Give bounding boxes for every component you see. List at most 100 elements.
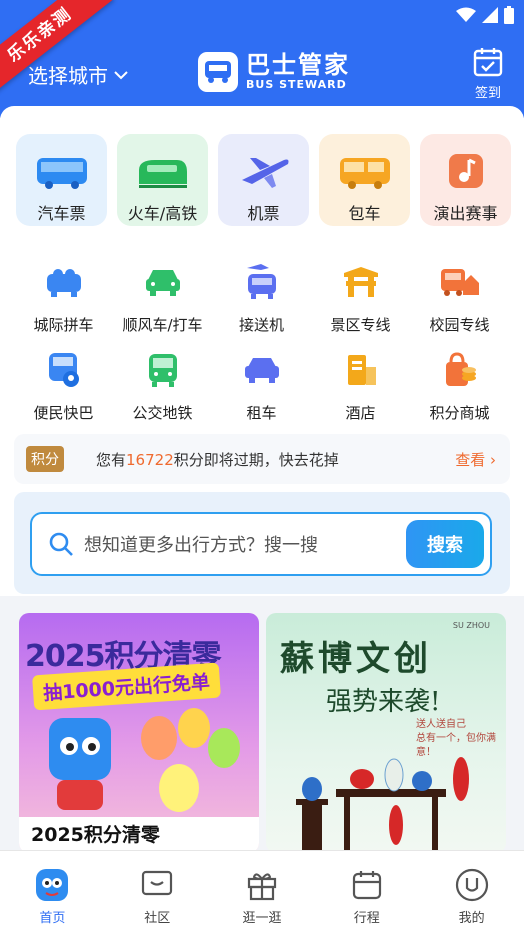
bottom-tab-bar: 首页 社区 逛一逛 行程 我的 [0, 850, 524, 933]
grid-item-airport-shuttle[interactable]: 接送机 [212, 260, 311, 335]
promo-caption: 2025积分清零 [19, 817, 259, 853]
points-suffix: 积分即将过期，快去花掉 [173, 450, 339, 469]
grid-label: 顺风车/打车 [122, 316, 203, 334]
points-promo-banner[interactable]: 2025积分清零 抽1000元出行免单 2025积分清零 [19, 613, 259, 853]
points-view-link[interactable]: 查看 › [455, 449, 496, 470]
grid-label: 积分商城 [429, 404, 490, 422]
slogan-line1: 送人送自己 [416, 719, 466, 730]
primary-tiles: 汽车票 火车/高铁 机票 包车 演出赛事 [16, 134, 511, 226]
promo-subtitle: 强势来袭! [326, 687, 441, 717]
grid-item-points-mall[interactable]: 积分商城 [410, 348, 509, 423]
grid-item-ride-hail[interactable]: 顺风车/打车 [113, 260, 212, 335]
carpool-icon [46, 269, 81, 297]
tab-community[interactable]: 社区 [105, 851, 210, 933]
service-grid-row2: 便民快巴 公交地铁 租车 酒店 积分商城 [14, 348, 510, 423]
grid-label: 接送机 [238, 316, 284, 334]
search-placeholder: 想知道更多出行方式？搜一搜 [84, 535, 318, 556]
campus-bus-icon [440, 269, 479, 296]
hotel-icon [347, 355, 376, 385]
battery-icon [504, 6, 514, 24]
mascot-illustration-icon [49, 708, 240, 812]
grid-item-rental[interactable]: 租车 [212, 348, 311, 423]
charter-bus-icon [339, 158, 390, 189]
points-mall-icon [445, 352, 476, 386]
profile-icon [455, 868, 488, 902]
points-badge: 积分 [26, 446, 64, 472]
grid-item-transit[interactable]: 公交地铁 [113, 348, 212, 423]
tab-label: 首页 [39, 911, 66, 926]
tile-flight[interactable]: 机票 [218, 134, 309, 226]
vases-illustration-icon [296, 757, 469, 853]
points-expiry-banner[interactable]: 积分 您有16722积分即将过期，快去花掉 查看 › [14, 434, 510, 484]
tile-label: 汽车票 [37, 204, 86, 223]
search-icon [49, 532, 73, 556]
music-icon [448, 154, 483, 188]
signin-label: 签到 [474, 86, 501, 101]
tab-label: 我的 [458, 911, 485, 926]
tile-label: 火车/高铁 [127, 204, 198, 223]
tile-label: 演出赛事 [433, 204, 498, 223]
grid-label: 酒店 [345, 404, 376, 422]
tile-label: 包车 [348, 204, 381, 223]
tab-trips[interactable]: 行程 [314, 851, 419, 933]
tile-charter[interactable]: 包车 [319, 134, 410, 226]
tab-profile[interactable]: 我的 [419, 851, 524, 933]
city-label: 选择城市 [28, 64, 108, 88]
grid-label: 城际拼车 [33, 316, 94, 334]
app-header: 选择城市 巴士管家 BUS STEWARD 签到 乐乐亲测 [0, 0, 524, 118]
grid-label: 公交地铁 [132, 404, 193, 422]
train-icon [138, 160, 187, 188]
plane-icon [241, 158, 288, 188]
quick-bus-icon [48, 353, 79, 387]
chevron-down-icon [114, 70, 128, 79]
grid-item-campus[interactable]: 校园专线 [410, 260, 509, 335]
status-icons [456, 6, 514, 24]
signal-icon [482, 7, 498, 23]
trip-icon [352, 871, 381, 900]
wifi-icon [456, 7, 476, 22]
museum-promo-banner[interactable]: SU ZHOU 蘇博文创 强势来袭! 送人送自己 总有一个，包你满意！ [266, 613, 506, 853]
grid-item-hotel[interactable]: 酒店 [311, 348, 410, 423]
promo-tag: SU ZHOU [452, 621, 490, 630]
service-grid-row1: 城际拼车 顺风车/打车 接送机 景区专线 校园专线 [14, 260, 510, 335]
grid-label: 校园专线 [429, 316, 490, 334]
tab-label: 行程 [353, 911, 380, 926]
gift-icon [247, 873, 277, 901]
bus-logo-icon [198, 52, 238, 92]
points-amount: 16722 [126, 450, 174, 469]
car-icon [145, 270, 180, 296]
tile-label: 机票 [247, 204, 280, 223]
tile-shows[interactable]: 演出赛事 [420, 134, 511, 226]
points-message: 您有16722积分即将过期，快去花掉 [96, 449, 339, 470]
bus-icon [36, 158, 87, 189]
rental-car-icon [244, 358, 279, 383]
app-logo: 巴士管家 BUS STEWARD [198, 52, 350, 92]
grid-item-carpool[interactable]: 城际拼车 [14, 260, 113, 335]
signin-button[interactable]: 签到 [470, 46, 506, 101]
logo-title: 巴士管家 [246, 51, 350, 79]
search-section: 想知道更多出行方式？搜一搜 搜索 [14, 492, 510, 594]
promo-title: 蘇博文创 [280, 639, 432, 679]
logo-subtitle: BUS STEWARD [246, 78, 347, 91]
tile-bus-ticket[interactable]: 汽车票 [16, 134, 107, 226]
tile-train[interactable]: 火车/高铁 [117, 134, 208, 226]
tab-label: 逛一逛 [242, 911, 282, 926]
tab-home[interactable]: 首页 [0, 851, 105, 933]
tab-explore[interactable]: 逛一逛 [210, 851, 315, 933]
search-button[interactable]: 搜索 [406, 520, 484, 568]
grid-label: 景区专线 [330, 316, 391, 334]
home-mascot-icon [36, 869, 69, 901]
scenic-gate-icon [343, 267, 378, 297]
calendar-check-icon [473, 48, 503, 77]
grid-label: 便民快巴 [33, 404, 94, 422]
transit-icon [148, 354, 177, 387]
tab-label: 社区 [144, 911, 171, 926]
service-panel: 汽车票 火车/高铁 机票 包车 演出赛事 城际拼车 顺风车/打车 接送机 景区专… [0, 106, 524, 596]
city-selector[interactable]: 选择城市 [28, 60, 128, 89]
airport-shuttle-icon [246, 264, 276, 299]
grid-item-scenic[interactable]: 景区专线 [311, 260, 410, 335]
grid-item-quick-bus[interactable]: 便民快巴 [14, 348, 113, 423]
search-input[interactable]: 想知道更多出行方式？搜一搜 搜索 [30, 512, 492, 576]
grid-label: 租车 [246, 404, 277, 422]
community-icon [142, 870, 173, 896]
